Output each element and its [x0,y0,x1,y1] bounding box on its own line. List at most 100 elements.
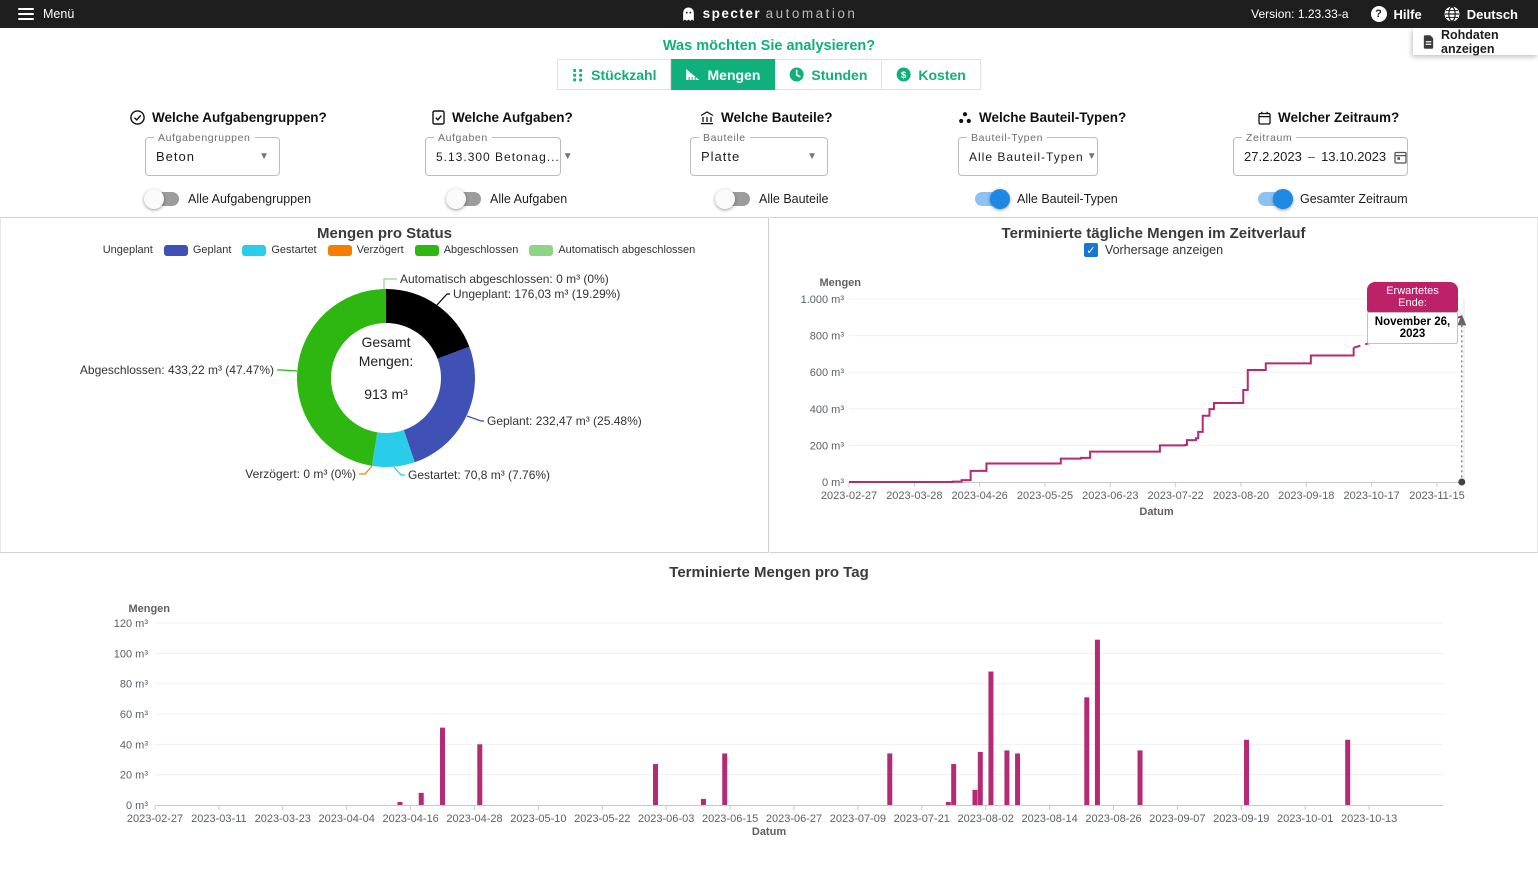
bar-2023-04-29[interactable] [477,744,482,805]
bar-2023-09-20[interactable] [1244,740,1249,805]
field-value: Beton [156,149,195,164]
check-circle-icon [130,110,145,125]
raw-data-menu-item[interactable]: Rohdaten anzeigen [1413,28,1538,55]
line-x-tick: 2023-07-22 [1148,490,1204,502]
brand-name-light: automation [766,6,858,21]
calendar-icon [1258,111,1271,125]
bar-x-tick: 2023-07-21 [894,813,950,825]
field-label: Aufgaben [434,132,492,144]
toggle-label: Alle Bauteil-Typen [1017,192,1118,206]
bar-2023-08-31[interactable] [1138,750,1143,805]
toggle-alle-bauteil-typen[interactable]: Alle Bauteil-Typen [975,192,1118,206]
toggle-label: Alle Aufgabengruppen [188,192,311,206]
aufgaben-select[interactable]: Aufgaben 5.13.300 Betonag... ▼ [425,137,561,176]
filter-question: Welche Bauteile? [721,110,833,125]
forecast-arrow-head [1457,314,1466,325]
chevron-down-icon: ▼ [1084,151,1097,162]
toggle-label: Alle Bauteile [759,192,829,206]
bar-x-tick: 2023-06-27 [766,813,822,825]
line-chart[interactable]: Mengen0 m³200 m³400 m³600 m³800 m³1.000 … [770,218,1538,554]
field-value: 5.13.300 Betonag... [436,150,560,164]
tab-stueckzahl[interactable]: Stückzahl [557,59,671,90]
bar-2023-06-10[interactable] [701,799,706,805]
donut-callout-3: Verzögert: 0 m³ (0%) [245,467,356,481]
bar-x-tick: 2023-08-26 [1085,813,1141,825]
toggle-alle-aufgaben[interactable]: Alle Aufgaben [448,192,567,206]
tab-label: Kosten [918,67,965,83]
bar-2023-08-01[interactable] [978,752,983,805]
bar-y-tick: 80 m³ [120,679,148,691]
panel-terminierte-mengen-zeitverlauf: Terminierte tägliche Mengen im Zeitverla… [770,217,1538,553]
language-button[interactable]: Deutsch [1444,6,1518,22]
tab-stunden[interactable]: Stunden [775,59,882,90]
line-x-tick: 2023-09-18 [1278,490,1334,502]
forecast-tooltip-title: Erwartetes Ende: [1367,282,1458,312]
toggle-alle-aufgabengruppen[interactable]: Alle Aufgabengruppen [146,192,311,206]
bar-2023-08-08[interactable] [1015,753,1020,805]
help-label: Hilfe [1394,7,1422,22]
bar-2023-06-14[interactable] [722,753,727,805]
bar-2023-10-09[interactable] [1345,740,1350,805]
toggle-switch[interactable] [975,192,1008,206]
calendar-picker-icon[interactable] [1386,150,1407,164]
bar-x-tick: 2023-03-23 [255,813,311,825]
help-button[interactable]: ? Hilfe [1371,6,1422,22]
forecast-tooltip-value: November 26, 2023 [1367,312,1458,344]
bar-2023-04-18[interactable] [419,793,424,805]
language-label: Deutsch [1467,7,1518,22]
field-label: Aufgabengruppen [154,132,255,144]
bauteile-select[interactable]: Bauteile Platte ▼ [690,137,828,176]
hamburger-icon [18,8,34,20]
bar-x-tick: 2023-04-28 [446,813,502,825]
bar-2023-04-22[interactable] [440,728,445,805]
bar-2023-08-21[interactable] [1084,697,1089,805]
donut-callout-0: Ungeplant: 176,03 m³ (19.29%) [453,287,620,301]
toggle-switch[interactable] [717,192,750,206]
tab-label: Mengen [708,67,761,83]
tab-kosten[interactable]: $ Kosten [882,59,980,90]
bauteil-typen-select[interactable]: Bauteil-Typen Alle Bauteil-Typen ▼ [958,137,1098,176]
toggle-switch[interactable] [1258,192,1291,206]
toggle-gesamter-zeitraum[interactable]: Gesamter Zeitraum [1258,192,1408,206]
donut-callout-5: Automatisch abgeschlossen: 0 m³ (0%) [400,272,609,286]
menu-button[interactable]: Menü [0,7,420,21]
bar-x-tick: 2023-10-13 [1341,813,1397,825]
bar-2023-08-06[interactable] [1004,750,1009,805]
bar-x-tick: 2023-05-10 [510,813,566,825]
bar-2023-07-27[interactable] [951,764,956,805]
zeitraum-field[interactable]: Zeitraum 27.2.2023 – 13.10.2023 [1233,137,1408,176]
filter-aufgabengruppen: Welche Aufgabengruppen? Aufgabengruppen … [130,110,360,176]
bar-2023-08-03[interactable] [988,672,993,805]
bar-y-tick: 120 m³ [114,618,149,630]
toggle-alle-bauteile[interactable]: Alle Bauteile [717,192,829,206]
bar-2023-07-15[interactable] [887,753,892,805]
toggle-label: Gesamter Zeitraum [1300,192,1408,206]
tab-mengen[interactable]: Mengen [672,59,776,90]
tab-label: Stunden [811,67,867,83]
document-icon [1423,34,1434,50]
bar-y-axis-title: Mengen [128,603,170,615]
bar-2023-04-14[interactable] [397,802,402,805]
line-y-tick: 800 m³ [810,331,845,343]
bar-chart[interactable]: Mengen0 m³20 m³40 m³60 m³80 m³100 m³120 … [0,554,1538,876]
bar-x-tick: 2023-06-15 [702,813,758,825]
donut-center-text: Gesamt Mengen: 913 m³ [306,333,466,404]
line-y-tick: 400 m³ [810,404,845,416]
toggle-switch[interactable] [146,192,179,206]
tab-label: Stückzahl [591,67,656,83]
brand-name-bold: specter [703,6,762,21]
field-label: Zeitraum [1242,132,1296,144]
filter-question: Welche Aufgabengruppen? [152,110,327,125]
bar-x-tick: 2023-02-27 [127,813,183,825]
toggle-switch[interactable] [448,192,481,206]
ghost-icon [681,6,696,23]
task-doc-icon [432,110,445,125]
forecast-tooltip: Erwartetes Ende: November 26, 2023 [1367,282,1458,344]
bar-2023-07-26[interactable] [946,802,951,805]
line-series-path[interactable] [849,348,1354,482]
bar-2023-08-23[interactable] [1095,640,1100,805]
aufgabengruppen-select[interactable]: Aufgabengruppen Beton ▼ [145,137,280,176]
bar-2023-07-31[interactable] [972,790,977,805]
category-dots-icon [958,111,972,125]
bar-2023-06-01[interactable] [653,764,658,805]
